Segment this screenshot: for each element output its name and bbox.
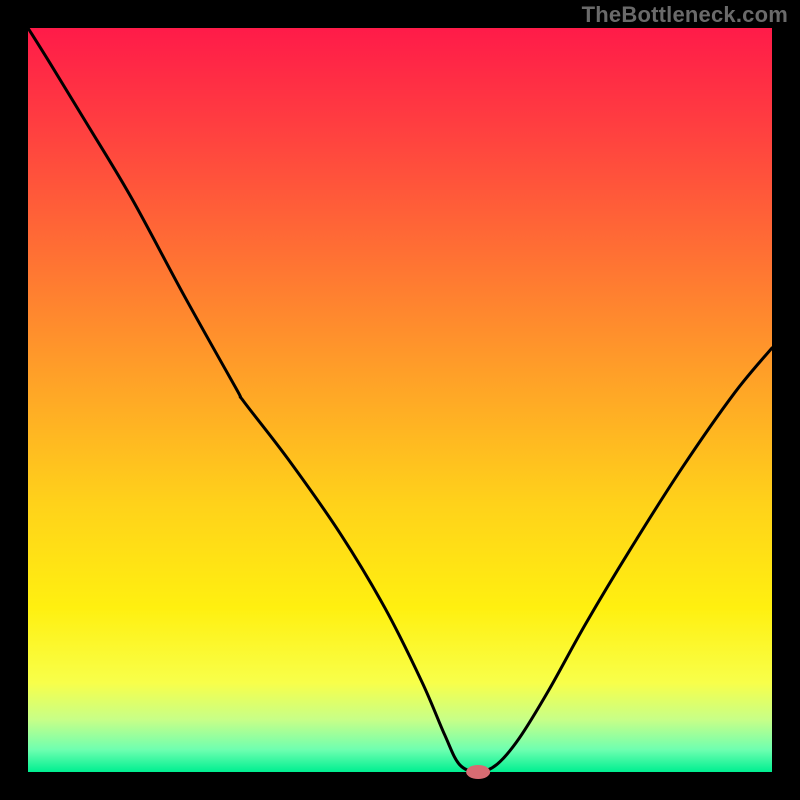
bottleneck-chart — [0, 0, 800, 800]
plot-background — [28, 28, 772, 772]
chart-frame: TheBottleneck.com — [0, 0, 800, 800]
optimum-marker — [466, 765, 490, 779]
